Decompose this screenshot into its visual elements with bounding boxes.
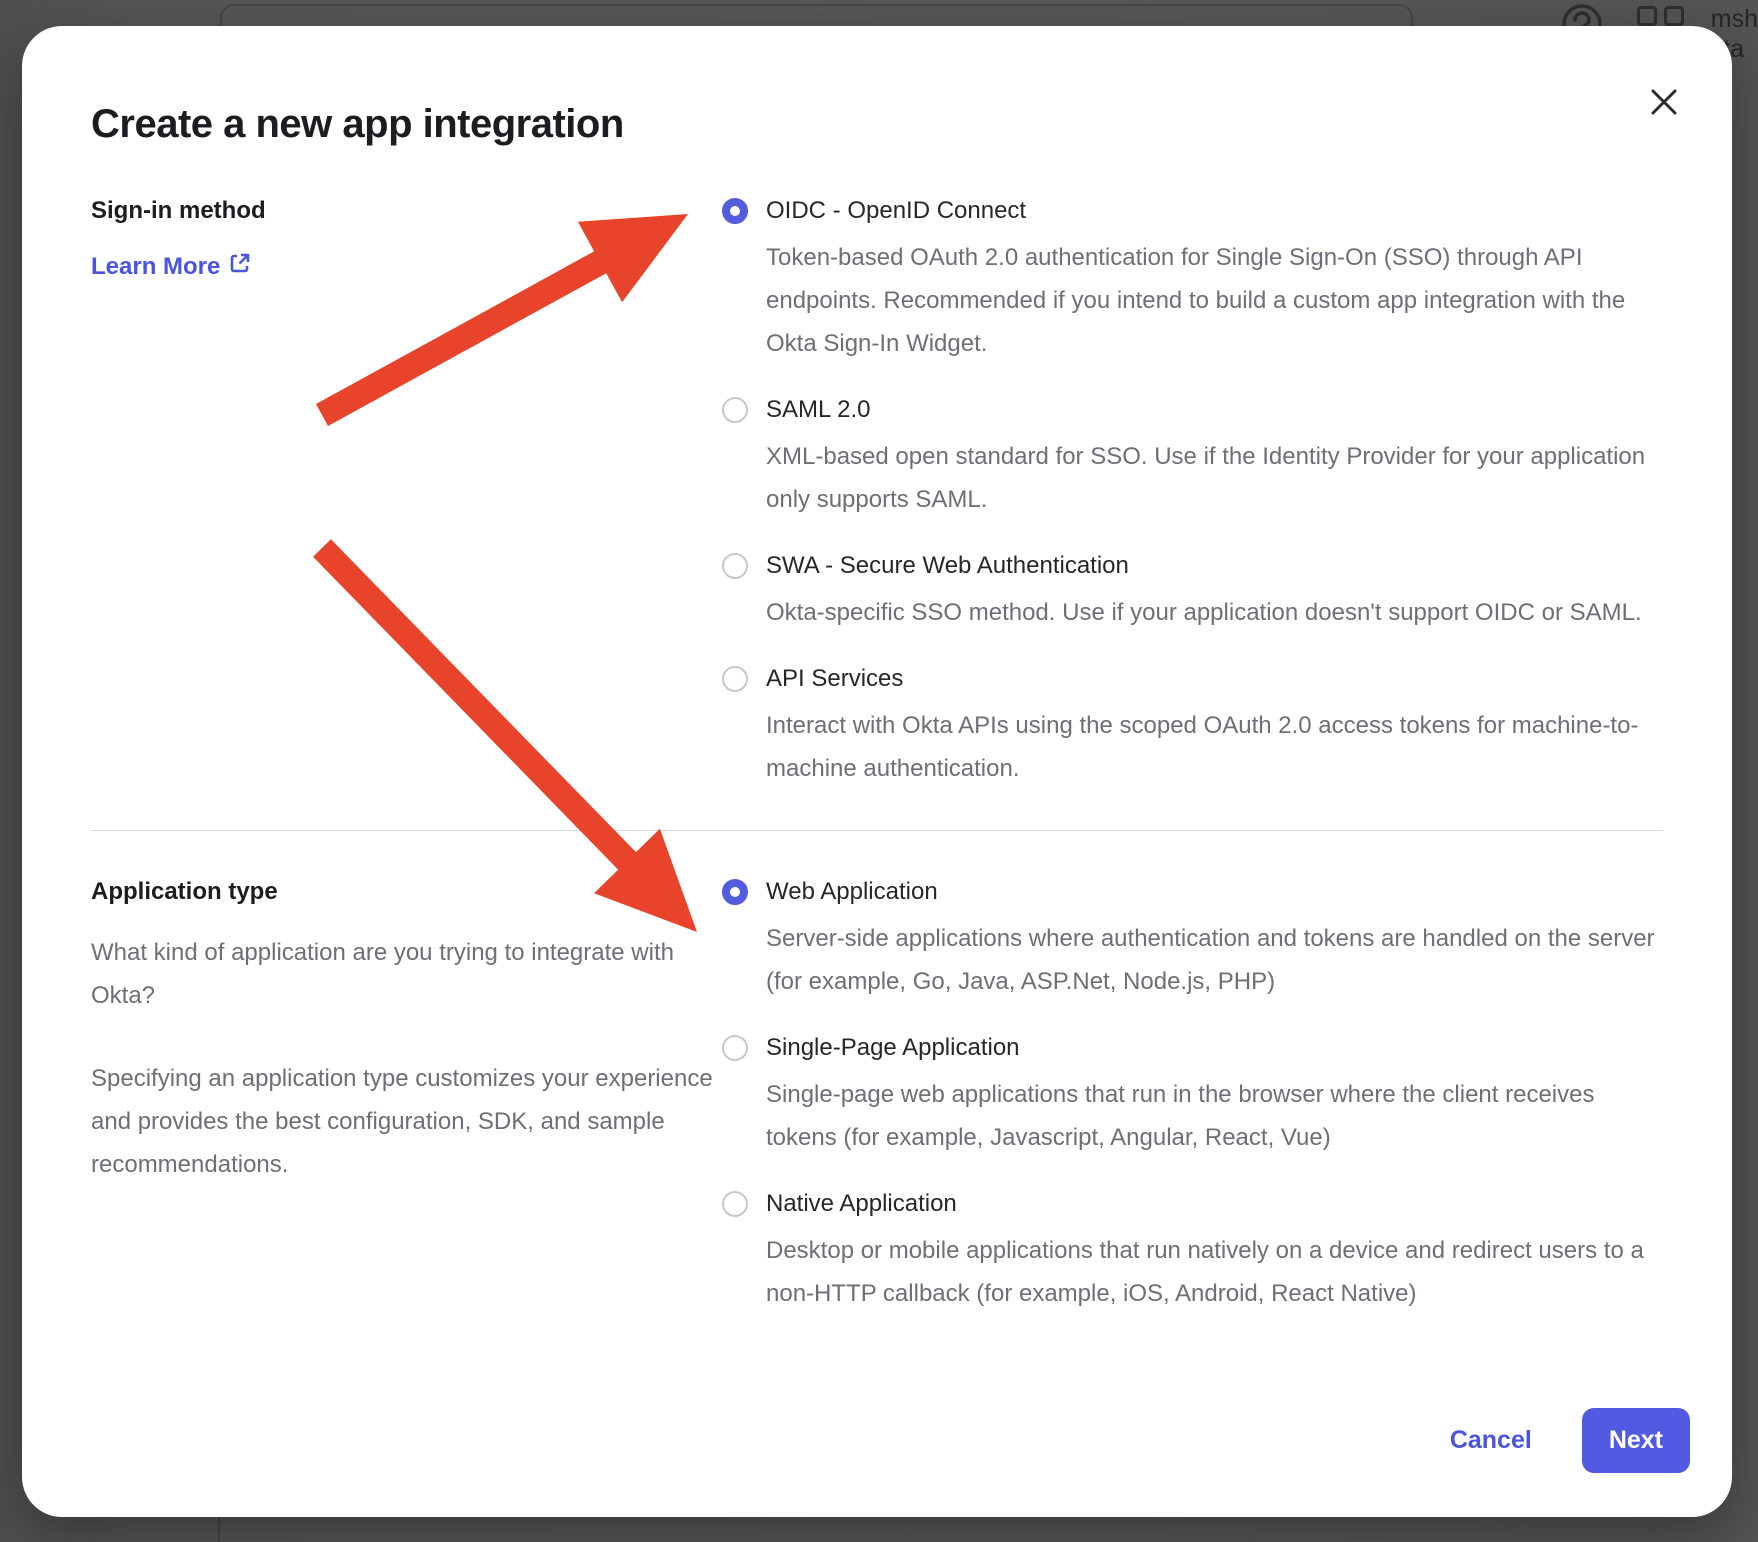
modal-title: Create a new app integration	[91, 100, 1663, 148]
radio-spa[interactable]	[722, 1035, 748, 1061]
application-type-note: Specifying an application type customize…	[91, 1057, 719, 1186]
close-icon	[1649, 87, 1679, 122]
learn-more-label: Learn More	[91, 252, 220, 282]
option-api-services-label[interactable]: API Services	[766, 664, 1663, 694]
radio-swa[interactable]	[722, 553, 748, 579]
radio-native-application[interactable]	[722, 1191, 748, 1217]
screen: msh kta Create a new app integration Sig…	[0, 0, 1758, 1542]
radio-saml[interactable]	[722, 397, 748, 423]
application-type-question: What kind of application are you trying …	[91, 931, 719, 1017]
option-native-application-description: Desktop or mobile applications that run …	[766, 1229, 1663, 1315]
option-saml-description: XML-based open standard for SSO. Use if …	[766, 435, 1663, 521]
option-spa-description: Single-page web applications that run in…	[766, 1073, 1663, 1159]
external-link-icon	[229, 252, 251, 282]
modal-footer: Cancel Next	[1450, 1408, 1690, 1473]
radio-oidc[interactable]	[722, 198, 748, 224]
next-button[interactable]: Next	[1582, 1408, 1690, 1473]
application-type-section: Application type What kind of applicatio…	[91, 877, 1663, 1315]
create-app-integration-modal: Create a new app integration Sign-in met…	[22, 26, 1732, 1517]
option-api-services-description: Interact with Okta APIs using the scoped…	[766, 704, 1663, 790]
option-oidc: OIDC - OpenID Connect Token-based OAuth …	[722, 196, 1663, 365]
option-native-application: Native Application Desktop or mobile app…	[722, 1189, 1663, 1315]
option-oidc-description: Token-based OAuth 2.0 authentication for…	[766, 236, 1663, 365]
option-swa: SWA - Secure Web Authentication Okta-spe…	[722, 551, 1663, 634]
option-api-services: API Services Interact with Okta APIs usi…	[722, 664, 1663, 790]
apps-grid-icon	[1637, 6, 1684, 26]
learn-more-link[interactable]: Learn More	[91, 252, 251, 282]
cancel-button[interactable]: Cancel	[1450, 1426, 1532, 1455]
close-button[interactable]	[1644, 84, 1684, 124]
signin-method-section: Sign-in method Learn More	[91, 196, 1663, 790]
option-swa-description: Okta-specific SSO method. Use if your ap…	[766, 591, 1642, 634]
option-web-application: Web Application Server-side applications…	[722, 877, 1663, 1003]
application-type-heading: Application type	[91, 877, 722, 907]
option-saml: SAML 2.0 XML-based open standard for SSO…	[722, 395, 1663, 521]
option-swa-label[interactable]: SWA - Secure Web Authentication	[766, 551, 1642, 581]
radio-api-services[interactable]	[722, 666, 748, 692]
option-spa-label[interactable]: Single-Page Application	[766, 1033, 1663, 1063]
option-web-application-description: Server-side applications where authentic…	[766, 917, 1663, 1003]
signin-method-heading: Sign-in method	[91, 196, 722, 226]
option-web-application-label[interactable]: Web Application	[766, 877, 1663, 907]
option-oidc-label[interactable]: OIDC - OpenID Connect	[766, 196, 1663, 226]
section-divider	[91, 830, 1663, 831]
option-native-application-label[interactable]: Native Application	[766, 1189, 1663, 1219]
option-spa: Single-Page Application Single-page web …	[722, 1033, 1663, 1159]
option-saml-label[interactable]: SAML 2.0	[766, 395, 1663, 425]
radio-web-application[interactable]	[722, 879, 748, 905]
